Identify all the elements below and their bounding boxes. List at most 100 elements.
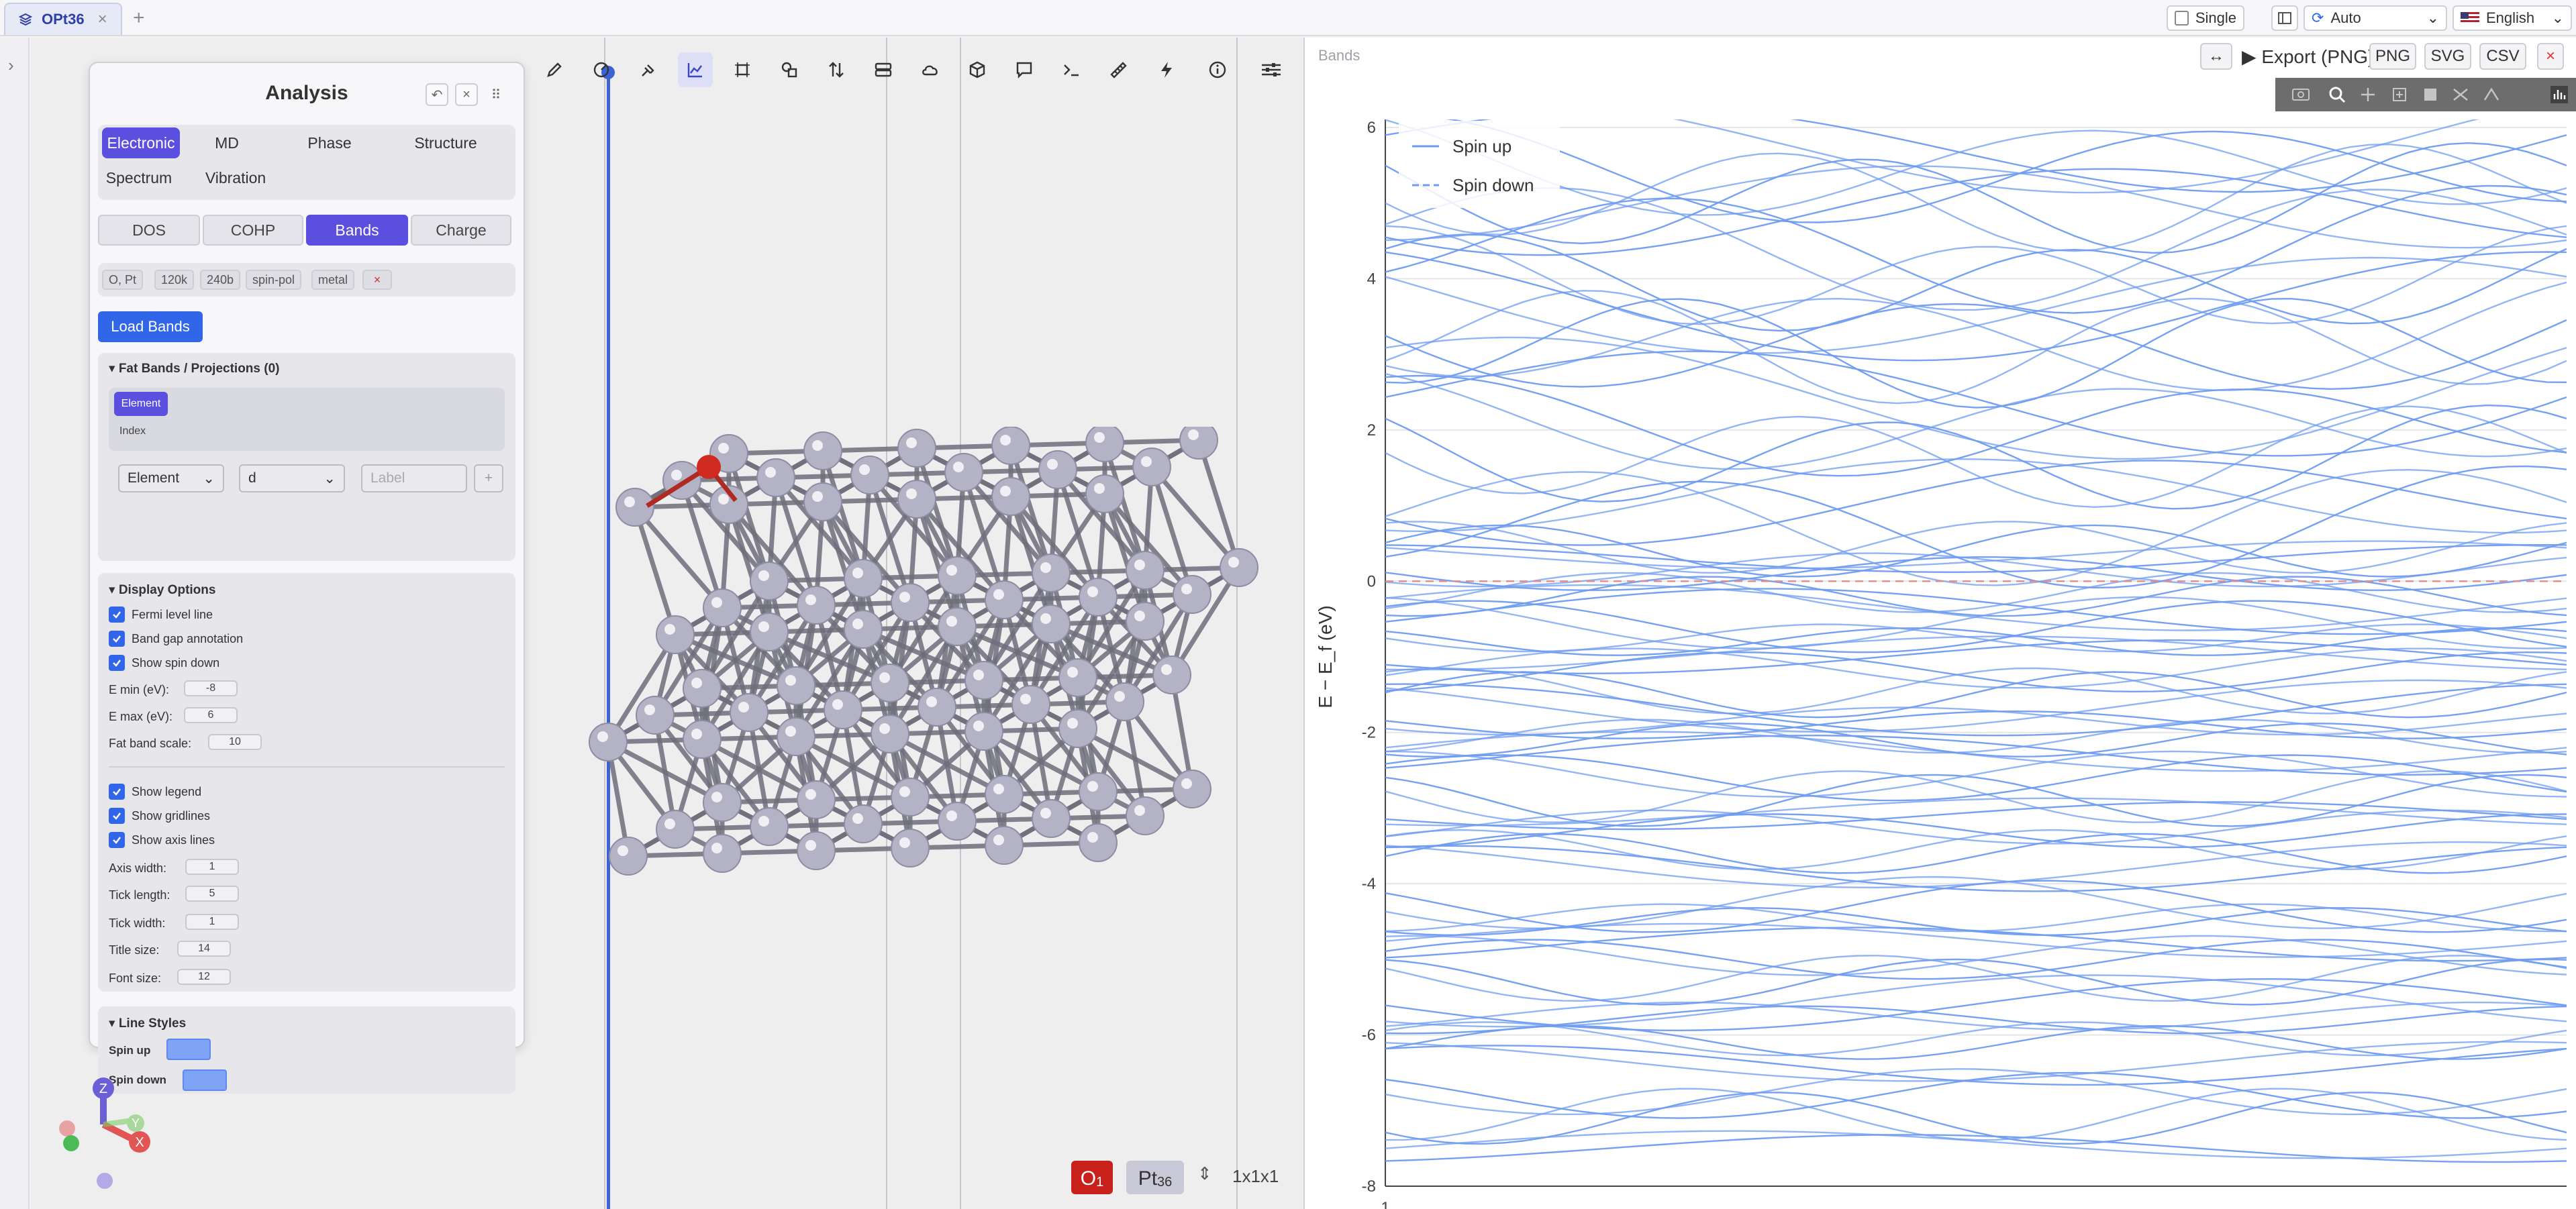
- category-electronic[interactable]: Electronic: [102, 127, 180, 158]
- orbital-select[interactable]: d ⌄: [239, 464, 345, 492]
- pt-atom[interactable]: [897, 429, 936, 468]
- pt-atom[interactable]: [803, 482, 842, 521]
- fermi-level-option[interactable]: Fermi level line: [109, 607, 213, 623]
- platinum-count-badge[interactable]: Pt 36: [1126, 1161, 1184, 1194]
- theme-select[interactable]: ⟳ Auto ⌄: [2303, 5, 2447, 31]
- pt-atom[interactable]: [1038, 450, 1077, 489]
- projection-label-input[interactable]: Label: [361, 464, 467, 492]
- pt-atom[interactable]: [938, 607, 977, 646]
- load-bands-button[interactable]: Load Bands: [98, 311, 203, 342]
- pt-atom[interactable]: [844, 804, 883, 843]
- pt-atom[interactable]: [589, 723, 628, 761]
- gridlines-option[interactable]: Show gridlines: [109, 808, 210, 824]
- spin-up-color-swatch[interactable]: [166, 1039, 211, 1060]
- language-select[interactable]: English ⌄: [2453, 5, 2572, 31]
- pt-atom[interactable]: [1126, 796, 1165, 835]
- zoom-in-icon[interactable]: [2393, 88, 2406, 101]
- check-icon[interactable]: [109, 832, 125, 848]
- pt-atom[interactable]: [1173, 770, 1211, 808]
- pt-atom[interactable]: [797, 831, 836, 870]
- info-tool-icon[interactable]: [1200, 52, 1235, 87]
- check-icon[interactable]: [109, 655, 125, 671]
- pt-atom[interactable]: [777, 666, 815, 705]
- pt-atom[interactable]: [871, 664, 909, 702]
- pt-atom[interactable]: [1085, 474, 1124, 513]
- single-checkbox[interactable]: [2175, 11, 2189, 25]
- pt-atom[interactable]: [985, 826, 1024, 865]
- pt-atom[interactable]: [797, 586, 836, 625]
- pt-atom[interactable]: [1079, 578, 1118, 617]
- pt-atom[interactable]: [1126, 551, 1165, 590]
- pt-atom[interactable]: [683, 669, 722, 708]
- pt-atom[interactable]: [803, 431, 842, 470]
- subtab-cohp[interactable]: COHP: [203, 215, 303, 246]
- band-gap-option[interactable]: Band gap annotation: [109, 631, 243, 647]
- supercell-label[interactable]: 1x1x1: [1232, 1166, 1279, 1187]
- pt-atom[interactable]: [938, 556, 977, 595]
- settings-sliders-icon[interactable]: [1254, 52, 1289, 87]
- axis-width-input[interactable]: 1: [185, 859, 239, 875]
- pt-atom[interactable]: [891, 778, 930, 817]
- pt-atom[interactable]: [985, 775, 1024, 814]
- pt-atom[interactable]: [609, 837, 648, 876]
- pt-atom[interactable]: [703, 588, 742, 627]
- pt-atom[interactable]: [824, 690, 862, 729]
- axes-gizmo[interactable]: Z X Y: [54, 1071, 175, 1192]
- pt-atom[interactable]: [1058, 658, 1097, 697]
- legend-option[interactable]: Show legend: [109, 784, 201, 800]
- pt-atom[interactable]: [897, 480, 936, 519]
- sidebar-toggle-button[interactable]: [2271, 5, 2298, 31]
- pt-atom[interactable]: [777, 717, 815, 756]
- category-phase[interactable]: Phase: [299, 127, 360, 158]
- fat-scale-input[interactable]: 10: [208, 734, 262, 750]
- stepper-icon[interactable]: ⇕: [1197, 1163, 1212, 1184]
- pt-atom[interactable]: [991, 477, 1030, 516]
- check-icon[interactable]: [109, 784, 125, 800]
- zoom-out-icon[interactable]: [2424, 89, 2436, 101]
- close-chart-button[interactable]: ×: [2537, 43, 2564, 70]
- pt-atom[interactable]: [1126, 602, 1165, 641]
- subtab-dos[interactable]: DOS: [98, 215, 200, 246]
- display-options-header[interactable]: ▾ Display Options: [109, 582, 215, 598]
- check-icon[interactable]: [109, 808, 125, 824]
- pt-atom[interactable]: [1152, 655, 1191, 694]
- export-toggle[interactable]: ▶ Export (PNG): [2242, 46, 2374, 68]
- pt-atom[interactable]: [844, 610, 883, 649]
- pt-atom[interactable]: [964, 712, 1003, 751]
- pt-atom[interactable]: [656, 615, 695, 654]
- sort-arrows-tool-icon[interactable]: [819, 52, 854, 87]
- expand-sidebar-icon[interactable]: ›: [8, 55, 14, 76]
- export-svg-button[interactable]: SVG: [2424, 43, 2471, 70]
- oxygen-count-badge[interactable]: O1: [1071, 1161, 1113, 1194]
- emax-input[interactable]: 6: [184, 707, 238, 723]
- pt-atom[interactable]: [750, 807, 789, 846]
- neg-x-handle[interactable]: [59, 1120, 75, 1137]
- pt-atom[interactable]: [797, 780, 836, 819]
- pt-atom[interactable]: [944, 453, 983, 492]
- single-toggle[interactable]: Single: [2167, 5, 2244, 31]
- pt-atom[interactable]: [1173, 575, 1211, 614]
- camera-icon[interactable]: [2292, 89, 2310, 101]
- category-structure[interactable]: Structure: [405, 127, 486, 158]
- pt-atom[interactable]: [703, 783, 742, 822]
- undo-icon[interactable]: ↶: [426, 83, 448, 106]
- o-atom[interactable]: [697, 455, 721, 479]
- neg-z-handle[interactable]: [97, 1173, 113, 1189]
- pt-atom[interactable]: [1220, 548, 1258, 587]
- pt-atom[interactable]: [1058, 709, 1097, 748]
- pt-atom[interactable]: [656, 810, 695, 849]
- pt-atom[interactable]: [991, 427, 1030, 465]
- legend-entry[interactable]: Spin down: [1452, 175, 1534, 195]
- pt-atom[interactable]: [750, 562, 789, 600]
- check-icon[interactable]: [109, 631, 125, 647]
- pt-atom[interactable]: [918, 688, 956, 727]
- mode-index-button[interactable]: Index: [119, 425, 146, 437]
- expand-button[interactable]: ↔: [2200, 43, 2232, 70]
- autoscale-icon[interactable]: [2453, 89, 2468, 101]
- pt-atom[interactable]: [850, 456, 889, 494]
- tick-width-input[interactable]: 1: [185, 914, 239, 930]
- plotly-logo-icon[interactable]: [2550, 86, 2568, 103]
- pt-atom[interactable]: [1105, 682, 1144, 721]
- pt-atom[interactable]: [636, 696, 675, 735]
- measure-angle-tool-icon[interactable]: [584, 52, 619, 87]
